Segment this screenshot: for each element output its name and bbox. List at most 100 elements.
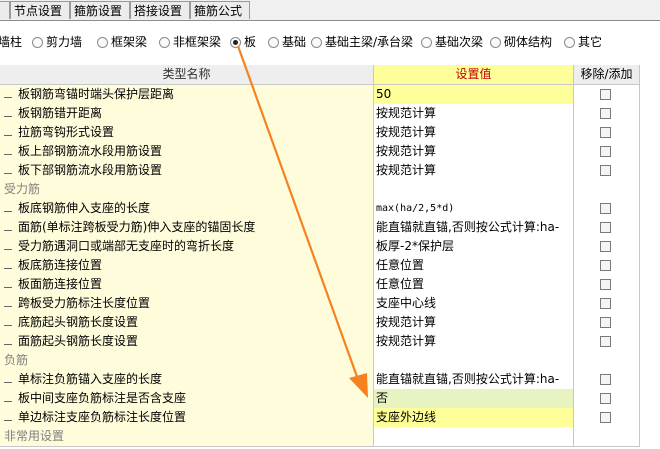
tab-stirrup-formula[interactable]: 箍筋公式 bbox=[190, 1, 250, 19]
row-toggle-cell bbox=[574, 427, 640, 447]
row-value-cell[interactable]: 板厚-2*保护层 bbox=[374, 237, 574, 257]
row-value-cell[interactable]: 按规范计算 bbox=[374, 104, 574, 124]
row-toggle-cell bbox=[574, 275, 640, 295]
row-name: 板面筋连接位置 bbox=[0, 277, 102, 291]
row-name-cell: 板底筋连接位置 bbox=[0, 256, 374, 276]
row-value-cell[interactable]: 否 bbox=[374, 389, 574, 409]
column-header-type-name: 类型名称 bbox=[0, 65, 374, 85]
row-toggle-cell bbox=[574, 104, 640, 124]
remove-add-checkbox[interactable] bbox=[600, 393, 611, 404]
row-value-cell[interactable]: 能直锚就直锚,否则按公式计算:ha- bbox=[374, 370, 574, 390]
row-name: 板底筋连接位置 bbox=[0, 258, 102, 272]
radio-masonry[interactable]: 砌体结构 bbox=[490, 34, 552, 50]
row-name-cell: 板底钢筋伸入支座的长度 bbox=[0, 199, 374, 219]
row-name-cell: 跨板受力筋标注长度位置 bbox=[0, 294, 374, 314]
radio-shear-wall[interactable]: 剪力墙 bbox=[32, 34, 82, 50]
tab-lap-settings[interactable]: 搭接设置 bbox=[130, 1, 190, 19]
remove-add-checkbox[interactable] bbox=[600, 241, 611, 252]
row-name: 单标注负筋锚入支座的长度 bbox=[0, 372, 162, 386]
radio-circle-icon[interactable] bbox=[421, 37, 432, 48]
radio-circle-icon[interactable] bbox=[159, 37, 170, 48]
tab-label: 搭接设置 bbox=[134, 4, 183, 18]
radio-circle-icon[interactable] bbox=[564, 37, 575, 48]
table-row: 板下部钢筋流水段用筋设置 按规范计算 bbox=[0, 161, 640, 181]
row-toggle-cell bbox=[574, 180, 640, 200]
table-row: 面筋(单标注跨板受力筋)伸入支座的锚固长度 能直锚就直锚,否则按公式计算:ha- bbox=[0, 218, 640, 238]
radio-circle-icon[interactable] bbox=[490, 37, 501, 48]
row-value-cell[interactable]: 50 bbox=[374, 85, 574, 105]
radio-foundation-secondary-beam[interactable]: 基础次梁 bbox=[421, 34, 483, 50]
radio-circle-icon[interactable] bbox=[311, 37, 322, 48]
row-toggle-cell bbox=[574, 199, 640, 219]
tab-label: 节点设置 bbox=[14, 4, 63, 18]
row-value-cell[interactable]: 能直锚就直锚,否则按公式计算:ha- bbox=[374, 218, 574, 238]
row-name-cell: 拉筋弯钩形式设置 bbox=[0, 123, 374, 143]
row-name: 面筋(单标注跨板受力筋)伸入支座的锚固长度 bbox=[0, 220, 255, 234]
radio-label: 基础次梁 bbox=[435, 35, 484, 49]
tab-node-settings[interactable]: 节点设置 bbox=[10, 1, 70, 19]
row-value-cell[interactable]: 按规范计算 bbox=[374, 332, 574, 352]
table-group-row: 受力筋 bbox=[0, 180, 640, 200]
table-row: 单边标注支座负筋标注长度位置 支座外边线 bbox=[0, 408, 640, 428]
row-value-cell[interactable]: 任意位置 bbox=[374, 275, 574, 295]
row-name: 板底钢筋伸入支座的长度 bbox=[0, 201, 150, 215]
row-value-cell[interactable]: max(ha/2,5*d) bbox=[374, 199, 574, 219]
radio-circle-icon[interactable] bbox=[97, 37, 108, 48]
row-value-cell[interactable]: 按规范计算 bbox=[374, 313, 574, 333]
row-toggle-cell bbox=[574, 85, 640, 105]
row-value-cell bbox=[374, 427, 574, 447]
radio-circle-icon[interactable] bbox=[230, 37, 241, 48]
radio-slab[interactable]: 板 bbox=[230, 34, 256, 50]
radio-circle-icon[interactable] bbox=[268, 37, 279, 48]
table-header: 类型名称 设置值 移除/添加 bbox=[0, 65, 640, 85]
table-row: 单标注负筋锚入支座的长度 能直锚就直锚,否则按公式计算:ha- bbox=[0, 370, 640, 390]
radio-frame-beam[interactable]: 框架梁 bbox=[97, 34, 147, 50]
radio-foundation[interactable]: 基础 bbox=[268, 34, 306, 50]
tab-partial[interactable] bbox=[0, 1, 10, 19]
remove-add-checkbox[interactable] bbox=[600, 165, 611, 176]
row-value-cell[interactable]: 按规范计算 bbox=[374, 123, 574, 143]
group-label: 负筋 bbox=[4, 353, 29, 367]
remove-add-checkbox[interactable] bbox=[600, 203, 611, 214]
row-value-cell[interactable]: 支座外边线 bbox=[374, 408, 574, 428]
row-name-cell: 单标注负筋锚入支座的长度 bbox=[0, 370, 374, 390]
row-name: 跨板受力筋标注长度位置 bbox=[0, 296, 150, 310]
tab-stirrup-settings[interactable]: 箍筋设置 bbox=[70, 1, 130, 19]
remove-add-checkbox[interactable] bbox=[600, 146, 611, 157]
remove-add-checkbox[interactable] bbox=[600, 374, 611, 385]
row-value-cell[interactable]: 任意位置 bbox=[374, 256, 574, 276]
row-name-cell: 板面筋连接位置 bbox=[0, 275, 374, 295]
remove-add-checkbox[interactable] bbox=[600, 412, 611, 423]
table-row: 板中间支座负筋标注是否含支座 否 bbox=[0, 389, 640, 409]
group-label: 非常用设置 bbox=[4, 429, 65, 443]
row-toggle-cell bbox=[574, 256, 640, 276]
radio-wall-column[interactable]: 墙柱 bbox=[0, 34, 22, 50]
tab-label: 箍筋公式 bbox=[194, 4, 243, 18]
remove-add-checkbox[interactable] bbox=[600, 336, 611, 347]
table-row: 板钢筋错开距离 按规范计算 bbox=[0, 104, 640, 124]
radio-label: 砌体结构 bbox=[504, 35, 553, 49]
remove-add-checkbox[interactable] bbox=[600, 279, 611, 290]
remove-add-checkbox[interactable] bbox=[600, 317, 611, 328]
radio-circle-icon[interactable] bbox=[32, 37, 43, 48]
radio-label: 其它 bbox=[578, 35, 603, 49]
row-value-cell[interactable]: 按规范计算 bbox=[374, 161, 574, 181]
radio-foundation-main-beam[interactable]: 基础主梁/承台梁 bbox=[311, 34, 413, 50]
remove-add-checkbox[interactable] bbox=[600, 89, 611, 100]
radio-other[interactable]: 其它 bbox=[564, 34, 602, 50]
remove-add-checkbox[interactable] bbox=[600, 298, 611, 309]
remove-add-checkbox[interactable] bbox=[600, 127, 611, 138]
radio-non-frame-beam[interactable]: 非框架梁 bbox=[159, 34, 221, 50]
row-name: 底筋起头钢筋长度设置 bbox=[0, 315, 138, 329]
remove-add-checkbox[interactable] bbox=[600, 222, 611, 233]
row-name-cell: 受力筋 bbox=[0, 180, 374, 200]
remove-add-checkbox[interactable] bbox=[600, 260, 611, 271]
row-value-cell[interactable]: 支座中心线 bbox=[374, 294, 574, 314]
row-name: 面筋起头钢筋长度设置 bbox=[0, 334, 138, 348]
table-row: 板面筋连接位置 任意位置 bbox=[0, 275, 640, 295]
remove-add-checkbox[interactable] bbox=[600, 108, 611, 119]
table-row: 板上部钢筋流水段用筋设置 按规范计算 bbox=[0, 142, 640, 162]
row-value-cell[interactable]: 按规范计算 bbox=[374, 142, 574, 162]
row-name-cell: 受力筋遇洞口或端部无支座时的弯折长度 bbox=[0, 237, 374, 257]
row-toggle-cell bbox=[574, 142, 640, 162]
